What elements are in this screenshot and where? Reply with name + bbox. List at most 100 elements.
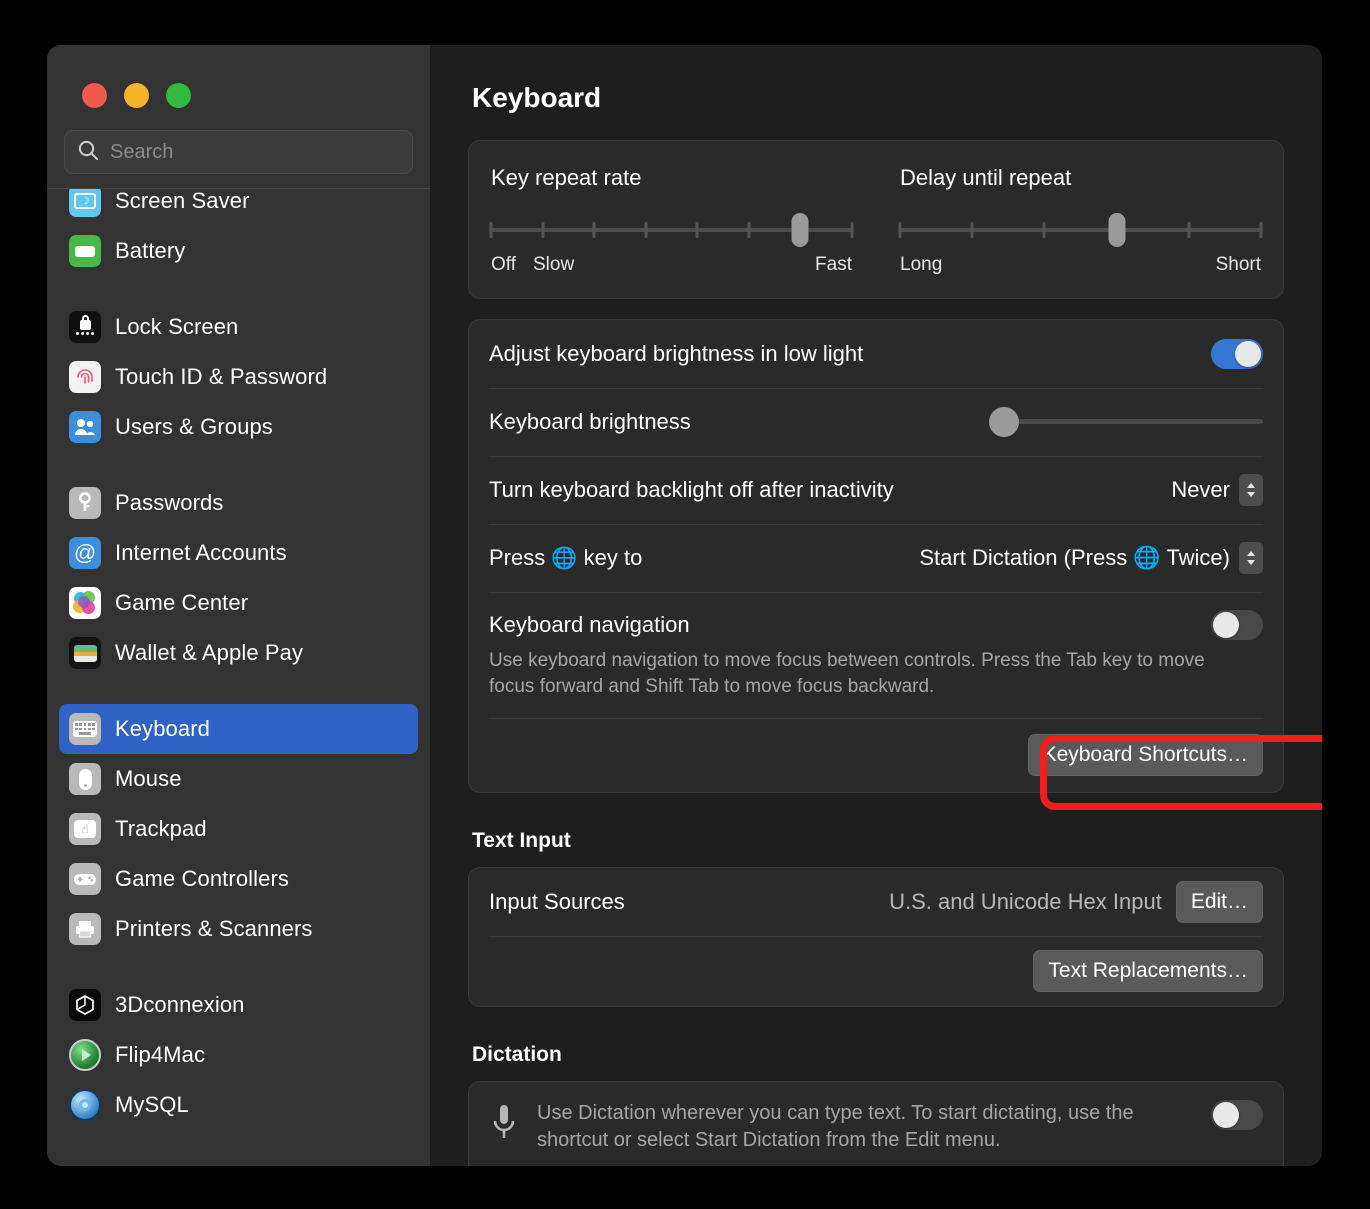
slider-tick [695, 222, 699, 238]
passwords-key-icon [69, 487, 101, 519]
sidebar-item-label: Touch ID & Password [115, 364, 328, 389]
sidebar-item-mysql[interactable]: MySQL [59, 1080, 418, 1130]
dictation-card: Use Dictation wherever you can type text… [468, 1081, 1284, 1166]
sidebar-item-printers-scanners[interactable]: Printers & Scanners [59, 904, 418, 954]
slider-tick [970, 222, 974, 238]
key-repeat-rate-group: Key repeat rate Off Slow Fast [489, 165, 878, 278]
game-center-icon [69, 587, 101, 619]
users-groups-icon [69, 411, 101, 443]
keyboard-brightness-row: Keyboard brightness [489, 388, 1264, 456]
sidebar-item-label: Internet Accounts [115, 540, 287, 565]
sidebar-item-game-center[interactable]: Game Center [59, 578, 418, 628]
sidebar-item-battery[interactable]: Battery [59, 226, 418, 276]
keyboard-navigation-toggle[interactable] [1211, 610, 1263, 640]
adjust-brightness-row: Adjust keyboard brightness in low light [489, 320, 1263, 388]
backlight-off-popup[interactable]: Never [1171, 474, 1263, 506]
delay-until-repeat-slider[interactable] [898, 213, 1263, 247]
close-button[interactable] [82, 83, 107, 108]
sidebar-item-trackpad[interactable]: ☝ Trackpad [59, 804, 418, 854]
keyboard-shortcuts-row: Keyboard Shortcuts… [489, 718, 1263, 792]
lock-screen-icon [69, 311, 101, 343]
adjust-brightness-toggle[interactable] [1211, 339, 1263, 369]
microphone-icon [489, 1100, 519, 1149]
sidebar-item-label: Keyboard [115, 716, 210, 741]
wallet-icon [69, 637, 101, 669]
trackpad-icon: ☝ [69, 813, 101, 845]
search-container [47, 108, 430, 188]
sidebar-item-game-controllers[interactable]: Game Controllers [59, 854, 418, 904]
dictation-section-title: Dictation [472, 1043, 562, 1067]
sidebar-item-mouse[interactable]: Mouse [59, 754, 418, 804]
search-field[interactable] [64, 130, 413, 174]
sidebar-item-lock-screen[interactable]: Lock Screen [59, 302, 418, 352]
sidebar-item-wallet-apple-pay[interactable]: Wallet & Apple Pay [59, 628, 418, 678]
detail-pane: Keyboard Key repeat rate Off Slow Fast D… [430, 45, 1322, 1166]
slider-tick [850, 222, 854, 238]
sidebar-item-label: Game Center [115, 590, 249, 615]
sidebar-item-label: Users & Groups [115, 414, 273, 439]
screen-saver-icon: ☽ [69, 189, 101, 217]
sidebar-item-label: MySQL [115, 1092, 189, 1117]
battery-icon [69, 235, 101, 267]
sidebar-item-internet-accounts[interactable]: @ Internet Accounts [59, 528, 418, 578]
key-repeat-rate-slider[interactable] [489, 213, 854, 247]
sidebar-item-passwords[interactable]: Passwords [59, 478, 418, 528]
delay-short-label: Short [1215, 254, 1261, 275]
backlight-off-label: Turn keyboard backlight off after inacti… [489, 477, 894, 502]
slider-tick [644, 222, 648, 238]
press-globe-row: Press 🌐 key to Start Dictation (Press 🌐 … [489, 524, 1263, 592]
mysql-icon [69, 1089, 101, 1121]
key-repeat-rate-scale-labels: Off Slow Fast [491, 254, 852, 278]
keyboard-shortcuts-button[interactable]: Keyboard Shortcuts… [1027, 734, 1263, 777]
sidebar-item-flip4mac[interactable]: Flip4Mac [59, 1030, 418, 1080]
slider-tick [592, 222, 596, 238]
text-replacements-button[interactable]: Text Replacements… [1033, 950, 1263, 993]
repeat-settings-card: Key repeat rate Off Slow Fast Delay unti… [468, 140, 1284, 299]
minimize-button[interactable] [124, 83, 149, 108]
toggle-knob [1213, 1102, 1239, 1129]
sidebar-item-keyboard[interactable]: Keyboard [59, 704, 418, 754]
sidebar-item-label: Wallet & Apple Pay [115, 640, 304, 665]
slider-tick [898, 222, 902, 238]
keyboard-navigation-description: Use keyboard navigation to move focus be… [489, 650, 1205, 698]
input-sources-edit-button[interactable]: Edit… [1175, 881, 1263, 924]
touch-id-icon [69, 361, 101, 393]
dictation-description: Use Dictation wherever you can type text… [537, 1102, 1134, 1152]
slider-tick [1187, 222, 1191, 238]
toggle-knob [1235, 341, 1261, 367]
search-input[interactable] [110, 140, 400, 164]
keyboard-icon [69, 713, 101, 745]
sidebar-item-users-groups[interactable]: Users & Groups [59, 402, 418, 452]
chevron-updown-icon[interactable] [1239, 474, 1263, 506]
sidebar-item-touch-id-password[interactable]: Touch ID & Password [59, 352, 418, 402]
key-repeat-rate-label: Key repeat rate [491, 165, 642, 190]
slider-thumb[interactable] [791, 213, 809, 247]
slider-thumb[interactable] [988, 407, 1019, 437]
sidebar-item-label: Screen Saver [115, 189, 250, 213]
sidebar-scroll-area[interactable]: ☽ Screen Saver Battery Lock Screen Touch ID … [47, 189, 430, 1166]
zoom-button[interactable] [166, 83, 191, 108]
page-title: Keyboard [472, 82, 602, 113]
keyboard-brightness-slider[interactable] [988, 407, 1264, 437]
adjust-brightness-label: Adjust keyboard brightness in low light [489, 341, 864, 366]
text-replacements-row: Text Replacements… [489, 936, 1263, 1006]
slider-tick [541, 222, 545, 238]
input-sources-value: U.S. and Unicode Hex Input [889, 889, 1162, 915]
keyboard-settings-card: Adjust keyboard brightness in low light … [468, 319, 1284, 794]
press-globe-label-after: key to [583, 545, 643, 570]
press-globe-popup[interactable]: Start Dictation (Press 🌐 Twice) [919, 542, 1263, 574]
keyboard-navigation-block: Keyboard navigation Use keyboard navigat… [489, 592, 1263, 718]
chevron-updown-icon[interactable] [1239, 542, 1263, 574]
delay-scale-labels: Long Short [900, 254, 1261, 278]
sidebar-item-screen-saver[interactable]: ☽ Screen Saver [59, 189, 418, 226]
toggle-knob [1213, 612, 1239, 638]
sidebar: ☽ Screen Saver Battery Lock Screen Touch ID … [47, 45, 430, 1166]
printer-icon [69, 913, 101, 945]
slider-thumb[interactable] [1108, 213, 1126, 247]
dictation-toggle[interactable] [1211, 1100, 1263, 1131]
sidebar-item-3dconnexion[interactable]: 3Dconnexion [59, 980, 418, 1030]
